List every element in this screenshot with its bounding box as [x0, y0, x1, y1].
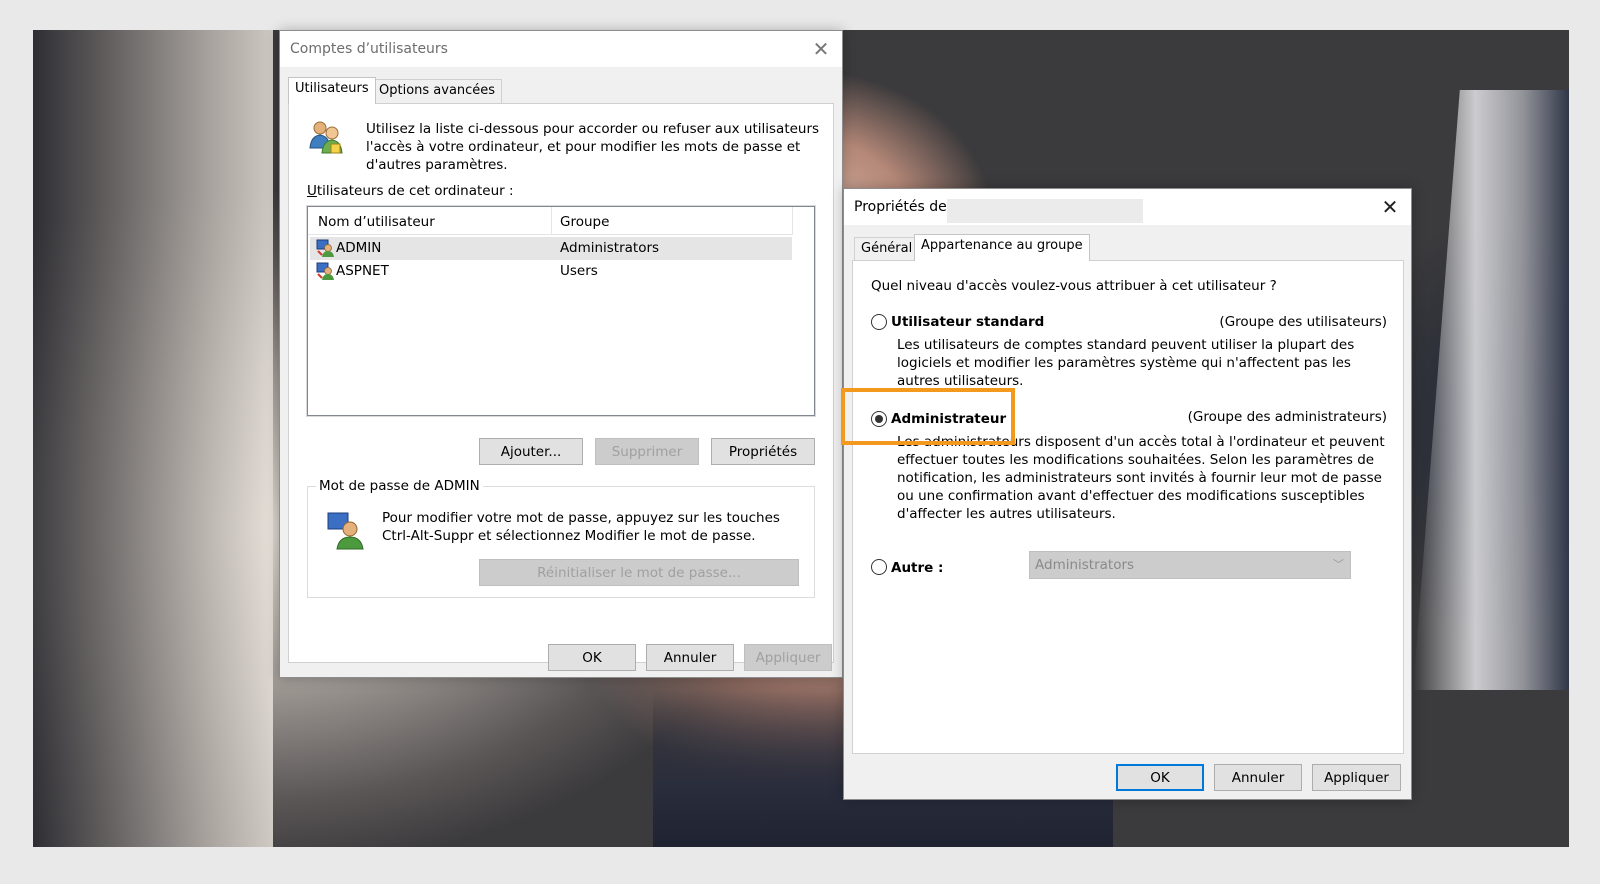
other-radio[interactable]: [871, 559, 887, 575]
admin-desc-line-4: ou une confirmation avant d'effectuer de…: [897, 488, 1365, 504]
ok-button[interactable]: OK: [1116, 764, 1204, 791]
users-list-label: Utilisateurs de cet ordinateur :: [307, 183, 514, 199]
group-membership-panel: Quel niveau d'accès voulez-vous attribue…: [852, 260, 1404, 754]
standard-desc-line-1: Les utilisateurs de comptes standard peu…: [897, 337, 1355, 353]
column-header-name[interactable]: Nom d’utilisateur: [318, 213, 435, 231]
administrator-highlight-box: [841, 388, 1015, 445]
wallpaper-glare-right: [1413, 90, 1569, 690]
other-label[interactable]: Autre :: [891, 559, 943, 577]
other-group-combobox[interactable]: Administrators ﹀: [1029, 551, 1351, 579]
users-list[interactable]: Nom d’utilisateur Groupe ADMIN Administr…: [306, 205, 816, 417]
add-user-button[interactable]: Ajouter...: [479, 438, 583, 465]
users-list-header: Nom d’utilisateur Groupe: [308, 207, 793, 235]
intro-line-1: Utilisez la liste ci-dessous pour accord…: [366, 121, 820, 137]
properties-titlebar[interactable]: Propriétés de : ✕: [844, 189, 1411, 225]
table-row[interactable]: ASPNET Users: [310, 260, 792, 283]
standard-user-group: (Groupe des utilisateurs): [1219, 314, 1387, 330]
password-groupbox: Mot de passe de ADMIN Pour modifier votr…: [307, 477, 815, 598]
access-question: Quel niveau d'accès voulez-vous attribue…: [871, 278, 1277, 294]
column-separator[interactable]: [551, 207, 552, 235]
apply-button[interactable]: Appliquer: [1312, 764, 1401, 791]
row-user-group: Users: [560, 263, 598, 279]
chevron-down-icon: ﹀: [1333, 558, 1344, 571]
properties-dialog: Propriétés de : ✕ Général Appartenance a…: [843, 188, 1412, 800]
row-user-name: ADMIN: [336, 240, 382, 256]
user-accounts-titlebar[interactable]: Comptes d’utilisateurs ✕: [280, 31, 842, 67]
properties-title: Propriétés de :: [854, 199, 956, 215]
users-tab-panel: Utilisez la liste ci-dessous pour accord…: [288, 103, 834, 663]
reset-password-button[interactable]: Réinitialiser le mot de passe...: [479, 559, 799, 586]
table-row[interactable]: ADMIN Administrators: [310, 237, 792, 260]
standard-user-radio[interactable]: [871, 314, 887, 330]
administrator-group: (Groupe des administrateurs): [1187, 409, 1387, 425]
row-user-name: ASPNET: [336, 263, 389, 279]
admin-desc-line-2: effectuer toutes les modifications souha…: [897, 452, 1375, 468]
wallpaper-glare-left: [33, 30, 273, 847]
redacted-user-name: [947, 199, 1143, 223]
password-text-line-2: Ctrl-Alt-Suppr et sélectionnez Modifier …: [382, 528, 756, 544]
ok-button[interactable]: OK: [548, 644, 636, 671]
intro-line-2: l'accès à votre ordinateur, et pour modi…: [366, 139, 801, 155]
properties-button[interactable]: Propriétés: [711, 438, 815, 465]
tab-general[interactable]: Général: [854, 237, 920, 261]
row-user-group: Administrators: [560, 240, 660, 256]
user-password-icon: [327, 512, 364, 550]
close-icon: ✕: [812, 37, 830, 61]
close-button[interactable]: ✕: [806, 35, 836, 63]
user-icon: [316, 239, 334, 257]
password-group-legend: Mot de passe de ADMIN: [316, 477, 483, 495]
close-icon: ✕: [1381, 195, 1399, 219]
standard-desc-line-2: logiciels et modifier les paramètres sys…: [897, 355, 1351, 371]
cancel-button[interactable]: Annuler: [1214, 764, 1302, 791]
admin-desc-line-5: d'affecter les autres utilisateurs.: [897, 506, 1116, 522]
apply-button[interactable]: Appliquer: [744, 644, 832, 671]
close-button[interactable]: ✕: [1375, 193, 1405, 221]
column-header-group[interactable]: Groupe: [560, 213, 609, 231]
standard-user-label[interactable]: Utilisateur standard: [891, 313, 1044, 331]
intro-line-3: d'autres paramètres.: [366, 157, 508, 173]
column-separator[interactable]: [792, 207, 793, 235]
password-text-line-1: Pour modifier votre mot de passe, appuye…: [382, 510, 780, 526]
tab-users[interactable]: Utilisateurs: [288, 77, 376, 104]
remove-user-button[interactable]: Supprimer: [595, 438, 699, 465]
cancel-button[interactable]: Annuler: [646, 644, 734, 671]
users-group-icon: [309, 121, 343, 154]
user-accounts-title: Comptes d’utilisateurs: [290, 41, 448, 57]
user-accounts-dialog: Comptes d’utilisateurs ✕ Utilisateurs Op…: [279, 30, 843, 678]
admin-desc-line-3: notification, les administrateurs sont i…: [897, 470, 1382, 486]
tab-advanced-options[interactable]: Options avancées: [372, 79, 503, 103]
tab-group-membership[interactable]: Appartenance au groupe: [914, 234, 1090, 261]
user-icon: [316, 262, 334, 280]
